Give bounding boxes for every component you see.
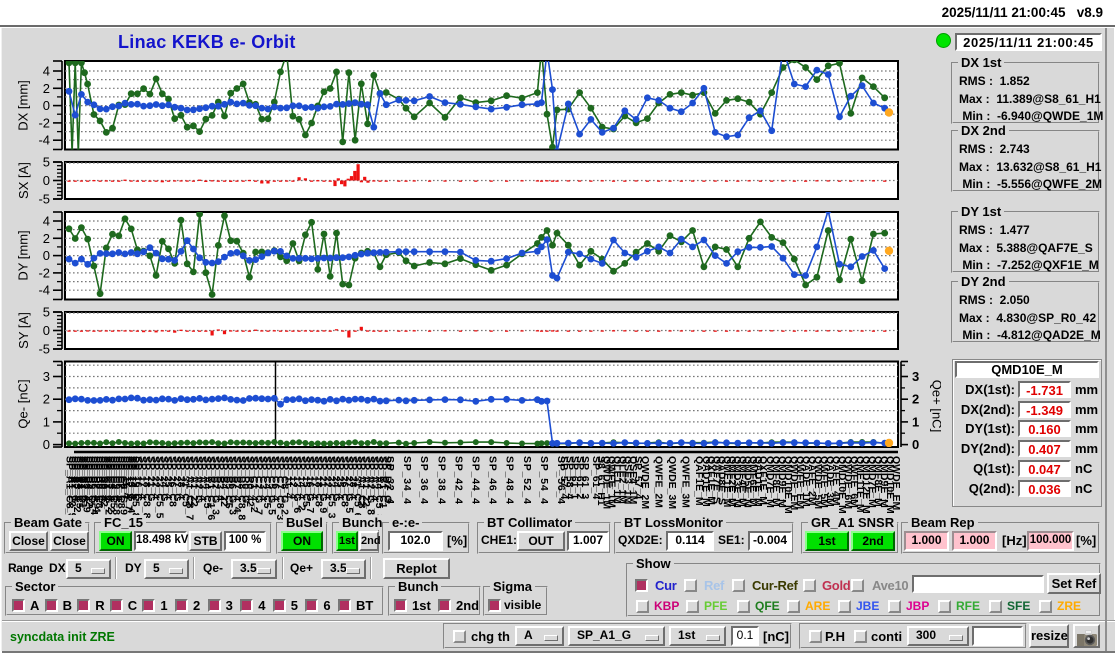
svg-text:2: 2 <box>43 81 50 96</box>
svg-text:DX [mm]: DX [mm] <box>16 80 31 131</box>
svg-text:1: 1 <box>43 414 50 429</box>
svg-text:SP_61_3: SP_61_3 <box>579 456 591 499</box>
svg-text:0: 0 <box>43 437 50 452</box>
svg-text:0: 0 <box>43 173 50 188</box>
svg-text:-2: -2 <box>38 265 50 280</box>
svg-text:2: 2 <box>43 231 50 246</box>
svg-text:SP_36_4: SP_36_4 <box>418 456 430 505</box>
svg-text:0: 0 <box>43 248 50 263</box>
svg-text:-5: -5 <box>38 192 50 207</box>
svg-text:Qe+ [nC]: Qe+ [nC] <box>930 380 942 432</box>
svg-text:QWDE_EM: QWDE_EM <box>890 456 902 511</box>
svg-text:3: 3 <box>43 369 50 384</box>
svg-text:0: 0 <box>43 323 50 338</box>
svg-text:Qe- [nC]: Qe- [nC] <box>16 379 31 428</box>
svg-text:4: 4 <box>43 214 50 229</box>
svg-text:DY [mm]: DY [mm] <box>16 230 31 280</box>
svg-text:SP_46_4: SP_46_4 <box>487 456 499 505</box>
svg-text:SP_44_4: SP_44_4 <box>470 456 482 505</box>
svg-text:-4: -4 <box>38 133 50 148</box>
svg-text:3: 3 <box>912 369 919 384</box>
svg-text:5: 5 <box>43 305 50 320</box>
svg-text:QWDE_2M: QWDE_2M <box>639 456 651 509</box>
svg-text:-2: -2 <box>38 115 50 130</box>
svg-text:SY [A]: SY [A] <box>16 312 31 349</box>
svg-text:QWFE_2M: QWFE_2M <box>653 456 665 508</box>
svg-text:4: 4 <box>43 64 50 79</box>
svg-text:SP_34_4: SP_34_4 <box>401 456 413 505</box>
svg-text:SX [A]: SX [A] <box>16 162 31 199</box>
svg-text:0: 0 <box>43 98 50 113</box>
svg-text:5: 5 <box>43 155 50 170</box>
svg-text:-5: -5 <box>38 342 50 357</box>
svg-text:2: 2 <box>43 392 50 407</box>
svg-text:SP_52_4: SP_52_4 <box>521 456 533 505</box>
svg-text:QWFE_3M: QWFE_3M <box>680 456 692 508</box>
svg-text:-4: -4 <box>38 283 50 298</box>
svg-text:SP_42_4: SP_42_4 <box>452 456 464 505</box>
svg-text:SP_54_4: SP_54_4 <box>538 456 550 505</box>
svg-text:QWDE_3M: QWDE_3M <box>666 456 678 509</box>
svg-text:2: 2 <box>912 392 919 407</box>
svg-text:1: 1 <box>912 414 919 429</box>
svg-text:SP_48_4: SP_48_4 <box>504 456 516 505</box>
svg-text:SP_38_4: SP_38_4 <box>435 456 447 505</box>
svg-text:SP_32_4: SP_32_4 <box>384 456 396 505</box>
svg-text:0: 0 <box>912 437 919 452</box>
